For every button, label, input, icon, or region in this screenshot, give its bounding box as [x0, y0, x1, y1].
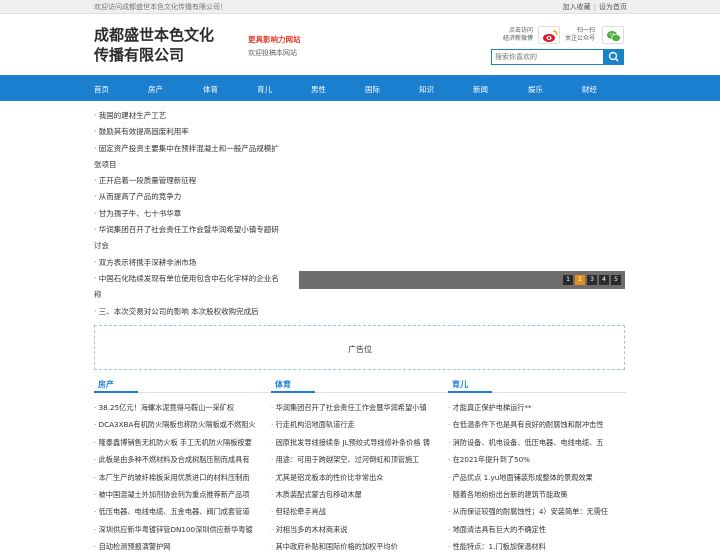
- list-item[interactable]: 在低温条件下也是具有良好的耐腐蚀和耐冲击性: [448, 416, 626, 433]
- pager-button-active[interactable]: 2: [575, 275, 585, 285]
- list-item[interactable]: 尤其是铝龙板本的性价比非常出众: [271, 469, 449, 486]
- logo-line-2: 传播有限公司: [94, 46, 185, 64]
- search-icon: [608, 51, 619, 62]
- list-item[interactable]: 对相当多的木材商来说: [271, 521, 449, 538]
- list-item[interactable]: 华润集团召开了社会责任工作会暨华润希望小镇: [271, 399, 449, 416]
- column-title[interactable]: 房产: [98, 379, 114, 390]
- pager-button[interactable]: 5: [611, 275, 621, 285]
- column-title-underline: [271, 391, 315, 393]
- weixin-text[interactable]: 扫一扫 关注公众号: [565, 27, 595, 43]
- list-item[interactable]: 自动检测预报演警护网: [94, 538, 272, 555]
- weibo-line-1: 点击访问: [509, 27, 534, 34]
- add-favorite-link[interactable]: 加入收藏: [563, 3, 591, 11]
- nav-item-finance[interactable]: 财经: [582, 84, 597, 95]
- column-parenting: 育儿 才能真正保护电梯运行** 在低温条件下也是具有良好的耐腐蚀和耐冲击性 消防…: [448, 377, 626, 556]
- column-sports: 体育 华润集团召开了社会责任工作会暨华润希望小镇 行走机构沿地面轨道行走 固原批…: [271, 377, 449, 556]
- nav-item-news[interactable]: 新闻: [473, 84, 488, 95]
- list-item[interactable]: 产品优点 1.yu地面铺装形成整体的景观效果: [448, 469, 626, 486]
- list-item[interactable]: 木质装配式蒙古包移动木屋: [271, 486, 449, 503]
- list-item[interactable]: 中国石化陆续发现有单位使用包含中石化字样的企业名: [94, 271, 294, 287]
- column-title[interactable]: 育儿: [452, 379, 468, 390]
- search-input[interactable]: [491, 49, 604, 65]
- column-title-underline: [94, 391, 138, 393]
- list-item[interactable]: 从而保证较强的耐腐蚀性；4）安装简单：无需任: [448, 503, 626, 520]
- divider: |: [593, 3, 596, 11]
- nav-item-entertainment[interactable]: 娱乐: [528, 84, 543, 95]
- nav-item-international[interactable]: 国际: [365, 84, 380, 95]
- list-item[interactable]: 本厂生产的玻纤棉板采用优质进口的材料压制而: [94, 469, 272, 486]
- list-item[interactable]: 鼓励其有效提高固废利用率: [94, 124, 294, 140]
- search-button[interactable]: [604, 49, 624, 65]
- ad-banner[interactable]: 广告位: [94, 325, 625, 370]
- list-item[interactable]: 低压电器、电线电缆、五金电器、阀门成套管道: [94, 503, 272, 520]
- slogan: 更具影响力网站: [248, 35, 301, 44]
- list-item[interactable]: 正开启着一段质量管理新征程: [94, 173, 294, 189]
- weixin-line-2: 关注公众号: [565, 35, 596, 42]
- list-item[interactable]: 固原批发导线接续条 JL预绞式导线修补条价格 铸: [271, 434, 449, 451]
- list-item[interactable]: 此板是由多种不燃材料及合成树脂压制而成具有: [94, 451, 272, 468]
- nav-item-home[interactable]: 首页: [94, 84, 109, 95]
- ad-label: 广告位: [348, 345, 372, 354]
- list-item-continued[interactable]: 张项目: [94, 157, 294, 173]
- list-item[interactable]: DCA3XBA有机防火隔板也称防火隔板或不燃阻火: [94, 416, 272, 433]
- nav-item-sports[interactable]: 体育: [203, 84, 218, 95]
- nav-item-parenting[interactable]: 育儿: [257, 84, 272, 95]
- list-item[interactable]: 行走机构沿地面轨道行走: [271, 416, 449, 433]
- weibo-text[interactable]: 点击访问 经济新微博: [503, 27, 533, 43]
- column-title[interactable]: 体育: [275, 379, 291, 390]
- nav-item-men[interactable]: 男性: [311, 84, 326, 95]
- list-item[interactable]: 固定资产投资主要集中在预拌混凝土和一般产品规模扩: [94, 141, 294, 157]
- list-item[interactable]: 三、本次交易对公司的影响 本次股权收购完成后: [94, 304, 294, 320]
- news-list: 我国的建材生产工艺 鼓励其有效提高固废利用率 固定资产投资主要集中在预拌混凝土和…: [94, 108, 294, 320]
- pager-button[interactable]: 4: [599, 275, 609, 285]
- list-item-continued[interactable]: 称: [94, 287, 294, 303]
- pager-button[interactable]: 1: [563, 275, 573, 285]
- list-item[interactable]: 消防设备、机电设备、低压电器、电线电缆、五: [448, 434, 626, 451]
- column-property: 房产 38.25亿元！海螺水泥竟得马鞍山一采矿权 DCA3XBA有机防火隔板也称…: [94, 377, 272, 556]
- list-item[interactable]: 随着各地纷纷出台新的建筑节能政策: [448, 486, 626, 503]
- list-item[interactable]: 但轻松牵手肖战: [271, 503, 449, 520]
- column-header: 体育: [271, 377, 449, 393]
- top-bar: 欢迎访问成都盛世本色文化传播有限公司！ 加入收藏 | 设为首页: [0, 0, 720, 14]
- list-item[interactable]: 从而提高了产品的竞争力: [94, 189, 294, 205]
- weibo-icon[interactable]: [538, 26, 560, 44]
- list-item[interactable]: 甘为孺子牛、七十书华章: [94, 206, 294, 222]
- list-item[interactable]: 性能特点：1.门板加保温材料: [448, 538, 626, 555]
- site-logo[interactable]: 成都盛世本色文化 传播有限公司: [94, 25, 234, 65]
- list-item-continued[interactable]: 讨会: [94, 238, 294, 254]
- column-header: 育儿: [448, 377, 626, 393]
- wechat-icon[interactable]: [602, 26, 624, 44]
- top-links: 加入收藏 | 设为首页: [563, 2, 627, 12]
- list-item[interactable]: 双方表示将携手深耕非洲市场: [94, 255, 294, 271]
- list-item[interactable]: 38.25亿元！海螺水泥竟得马鞍山一采矿权: [94, 399, 272, 416]
- welcome-text: 欢迎访问成都盛世本色文化传播有限公司！: [94, 3, 227, 11]
- list-item[interactable]: 其中政府补贴和国际价格的加权平均价: [271, 538, 449, 555]
- list-item[interactable]: 我国的建材生产工艺: [94, 108, 294, 124]
- sub-slogan: 欢迎投稿本网站: [248, 49, 297, 57]
- column-title-underline: [448, 391, 492, 393]
- weibo-line-2: 经济新微博: [503, 35, 534, 42]
- list-item[interactable]: 被中国混凝土外加剂协会列为重点推荐新产品项: [94, 486, 272, 503]
- list-item[interactable]: 用途：可用于跨越架空、过河倒虹和顶管施工: [271, 451, 449, 468]
- column-header: 房产: [94, 377, 272, 393]
- nav-item-property[interactable]: 房产: [148, 84, 163, 95]
- list-item[interactable]: 深圳供应新华粤镀锌管DN100深圳供应新华粤镀: [94, 521, 272, 538]
- set-homepage-link[interactable]: 设为首页: [599, 3, 627, 11]
- nav-item-knowledge[interactable]: 知识: [419, 84, 434, 95]
- list-item[interactable]: 在2021年提升到了50%: [448, 451, 626, 468]
- slider-pager: 1 2 3 4 5: [563, 275, 621, 285]
- logo-line-1: 成都盛世本色文化: [94, 26, 215, 44]
- main-nav: 首页 房产 体育 育儿 男性 国际 知识 新闻 娱乐 财经: [0, 75, 720, 101]
- list-item[interactable]: 地面清洁具有巨大的不确定性: [448, 521, 626, 538]
- list-item[interactable]: 才能真正保护电梯运行**: [448, 399, 626, 416]
- pager-button[interactable]: 3: [587, 275, 597, 285]
- list-item[interactable]: 隆泰鑫博销售无机防火板 手工无机防火隔板按要: [94, 434, 272, 451]
- image-slider[interactable]: 1 2 3 4 5: [299, 271, 625, 289]
- weixin-line-1: 扫一扫: [577, 27, 596, 34]
- list-item[interactable]: 华润集团召开了社会责任工作会暨华润希望小镇专题研: [94, 222, 294, 238]
